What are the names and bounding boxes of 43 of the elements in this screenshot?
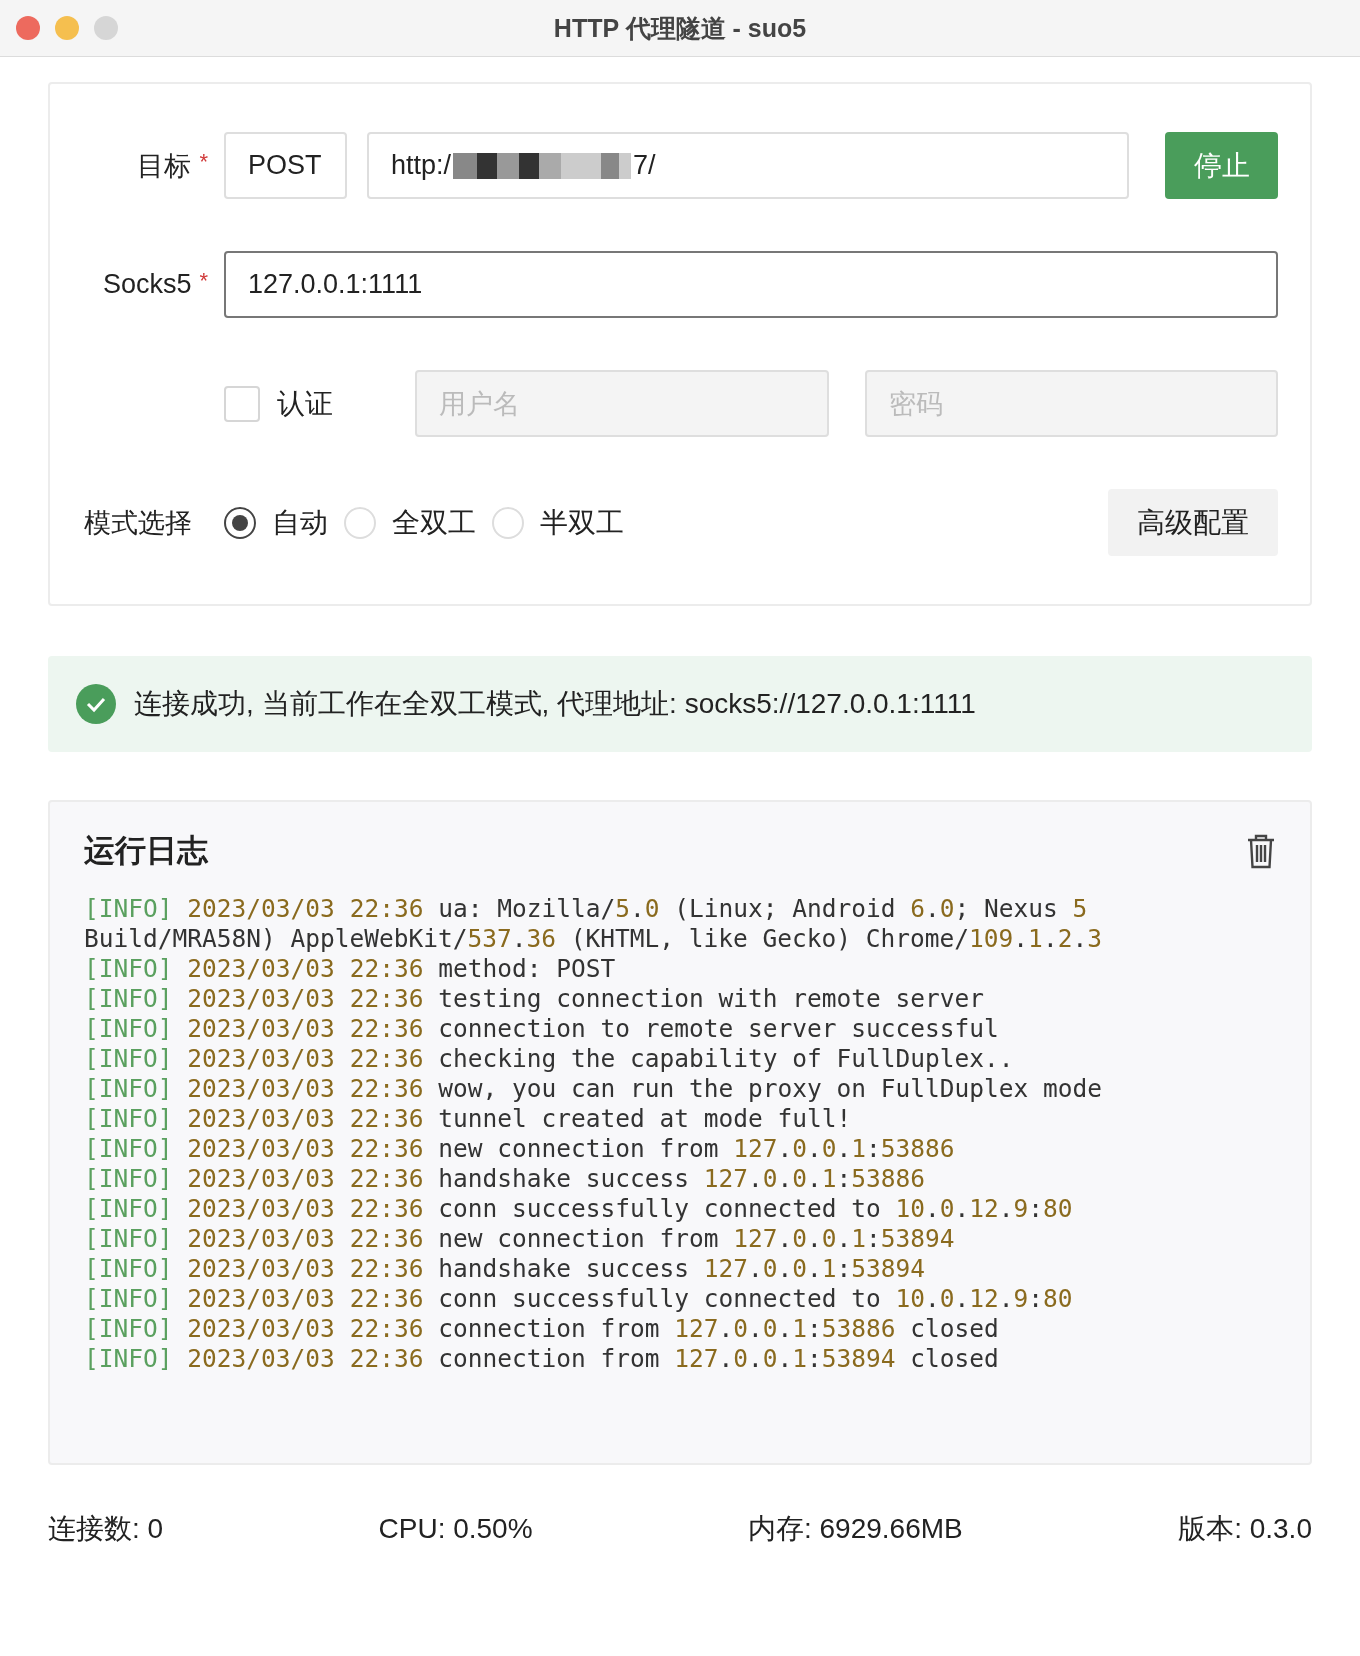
field-label: 模式选择: [84, 506, 193, 540]
required-mark: *: [199, 148, 208, 175]
url-field[interactable]: http:/ 7/: [367, 132, 1129, 199]
checkbox-label: 认证: [277, 386, 334, 421]
log-line: [INFO] 2023/03/03 22:36 connection from 127.0.0.1:53894 closed: [84, 1344, 1000, 1374]
alert-text: 连接成功, 当前工作在全双工模式, 代理地址: socks5://127.0.0.1:1111: [134, 687, 976, 721]
log-line: [INFO] 2023/03/03 22:36 conn successfully connected to 10.0.12.9:80: [84, 1284, 1074, 1314]
log-line: [INFO] 2023/03/03 22:36 wow, you can run the proxy on FullDuplex mode: [84, 1074, 1103, 1104]
panel-title: 运行日志: [84, 832, 208, 870]
log-line: [INFO] 2023/03/03 22:36 ua: Mozilla/5.0 (Linux; Android 6.0; Nexus 5 Build/MRA58N) AppleWebKit/537.36 (KHTML, like Gecko) Chrome/109.1.2.3: [84, 894, 1103, 954]
status-text: CPU: 0.50%: [378, 1513, 533, 1545]
trash-icon[interactable]: [1246, 833, 1276, 869]
field-label: Socks5: [102, 269, 192, 300]
url-text: http:/: [391, 150, 452, 181]
window-title: HTTP 代理隧道 - suo5: [553, 12, 807, 44]
log-line: [INFO] 2023/03/03 22:36 new connection from 127.0.0.1:53894: [84, 1224, 956, 1254]
zoom-button[interactable]: [94, 16, 118, 40]
auth-checkbox[interactable]: [224, 385, 260, 422]
log-line: [INFO] 2023/03/03 22:36 conn successfully connected to 10.0.12.9:80: [84, 1194, 1074, 1224]
mode-radio[interactable]: 自动: [224, 503, 328, 542]
status-text: 版本: 0.3.0: [1178, 1512, 1312, 1546]
log-line: [INFO] 2023/03/03 22:36 tunnel created at mode full!: [84, 1104, 853, 1134]
mode-radio[interactable]: 全双工: [344, 503, 476, 542]
log-line: [INFO] 2023/03/03 22:36 testing connection with remote server: [84, 984, 985, 1014]
required-mark: *: [199, 267, 208, 294]
status-text: 连接数: 0: [48, 1512, 164, 1546]
log-line: [INFO] 2023/03/03 22:36 handshake success 127.0.0.1:53886: [84, 1164, 927, 1194]
socks5-field[interactable]: 127.0.0.1:1111: [224, 251, 1278, 318]
log-line: [INFO] 2023/03/03 22:36 new connection from 127.0.0.1:53886: [84, 1134, 956, 1164]
advanced-config-button[interactable]: 高级配置: [1108, 489, 1278, 556]
method-select[interactable]: POST: [224, 132, 347, 199]
field-label: 目标: [137, 149, 192, 183]
log-line: [INFO] 2023/03/03 22:36 method: POST: [84, 954, 617, 984]
log-line: [INFO] 2023/03/03 22:36 connection from 127.0.0.1:53886 closed: [84, 1314, 1000, 1344]
close-button[interactable]: [16, 16, 40, 40]
success-icon: [76, 684, 116, 724]
log-line: [INFO] 2023/03/03 22:36 handshake success 127.0.0.1:53894: [84, 1254, 927, 1284]
minimize-button[interactable]: [55, 16, 79, 40]
log-line: [INFO] 2023/03/03 22:36 checking the capability of FullDuplex..: [84, 1044, 1015, 1074]
status-text: 内存: 6929.66MB: [747, 1512, 963, 1546]
log-line: [INFO] 2023/03/03 22:36 connection to remote server successful: [84, 1014, 1000, 1044]
mode-radio[interactable]: 半双工: [492, 503, 624, 542]
url-text: 7/: [633, 150, 656, 181]
